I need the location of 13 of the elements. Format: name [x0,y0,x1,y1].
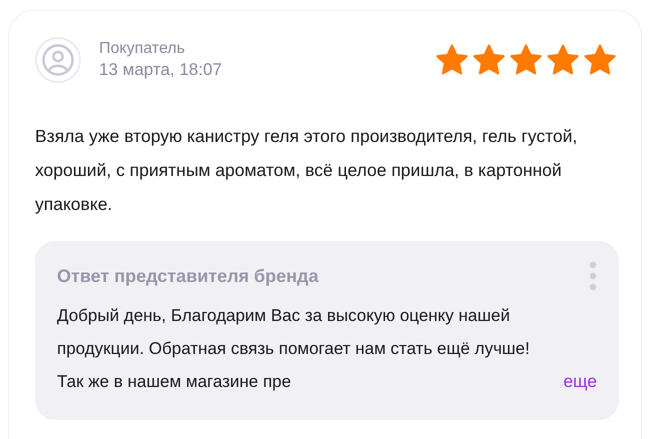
more-options-icon[interactable] [589,261,597,291]
user-avatar-icon [35,37,81,83]
star-icon [509,43,543,77]
review-date: 13 марта, 18:07 [99,60,222,80]
star-icon [546,43,580,77]
author-name: Покупатель [99,40,186,58]
reply-title: Ответ представителя бренда [57,266,318,286]
star-icon [583,43,617,77]
star-icon [472,43,506,77]
read-more-link[interactable]: еще [563,365,597,398]
star-icon [435,43,469,77]
reply-text: Добрый день, Благодарим Вас за высокую оценку нашей продукции. Обратная связь помогает нам стать ещё лучше! Так же в нашем магазине пре [57,305,531,393]
review-text: Взяла уже вторую канистру геля этого производителя, гель густой, хороший, с приятным ароматом, всё целое пришла, в картонной упаковке. [35,125,578,216]
